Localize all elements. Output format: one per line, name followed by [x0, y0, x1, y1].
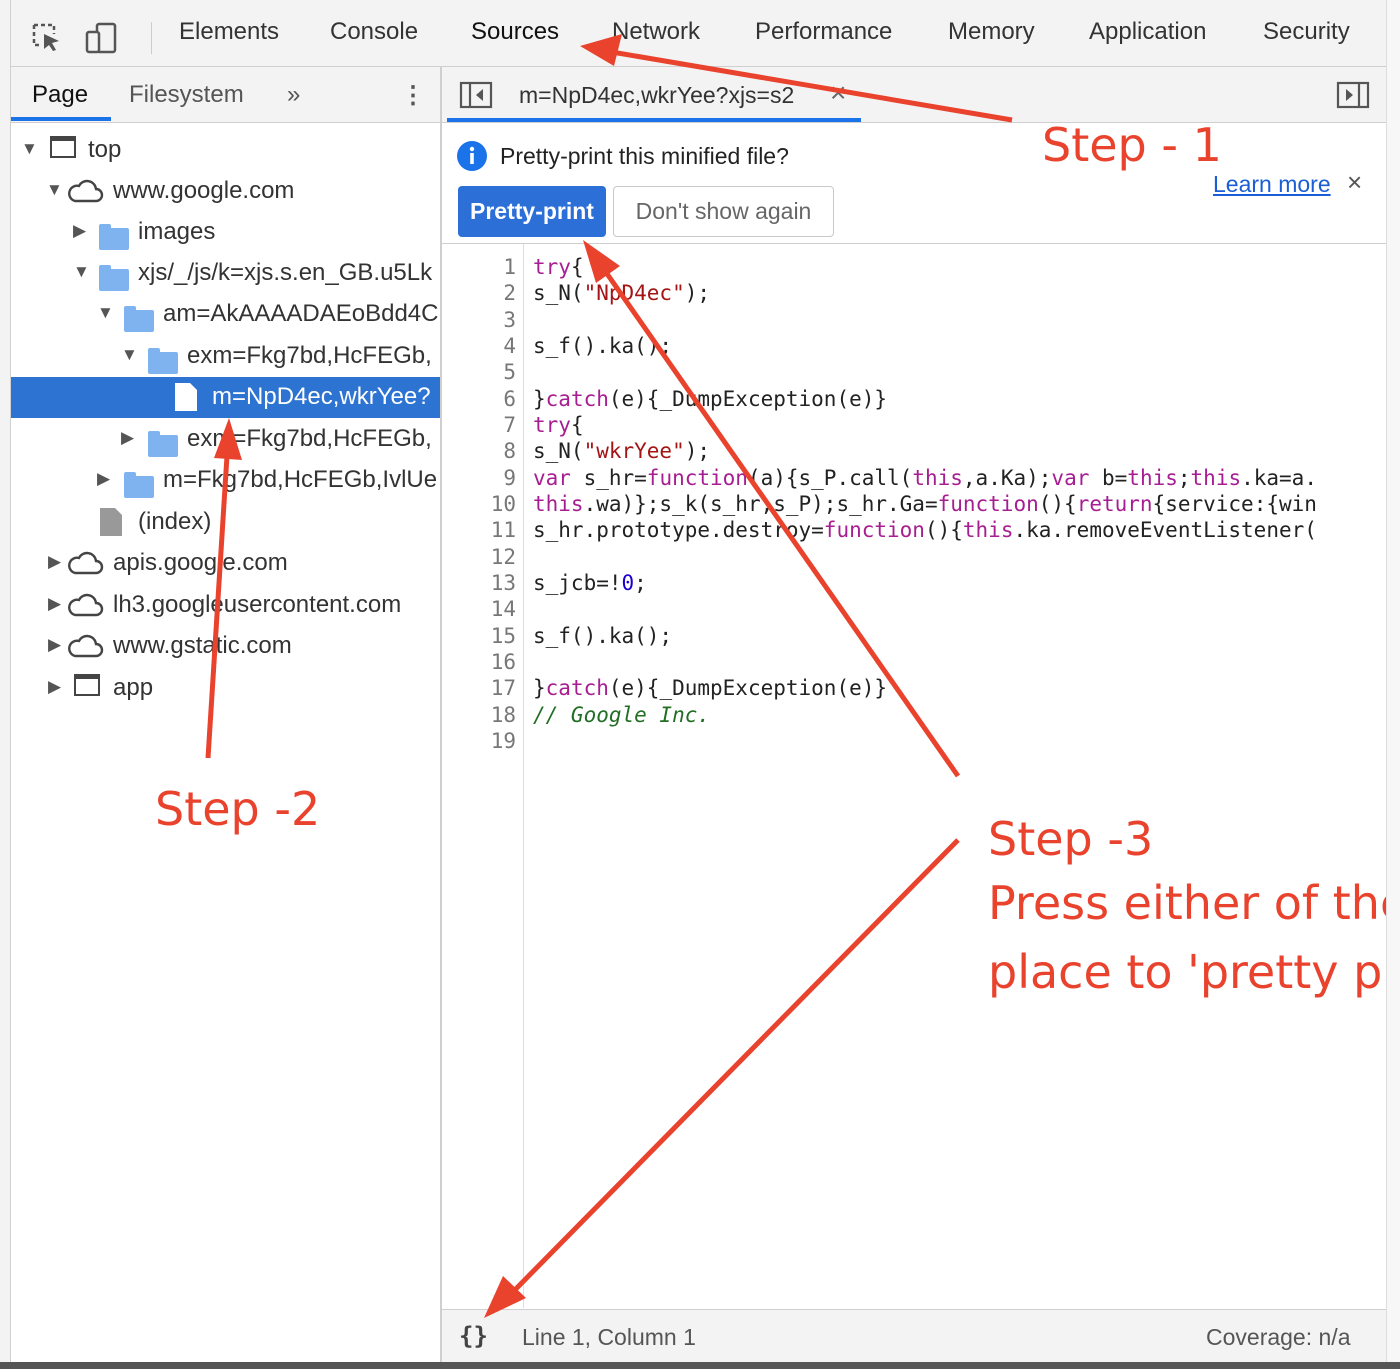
step2-annotation: Step -2 — [155, 782, 321, 836]
step3-annotation-line2: place to 'pretty pri — [988, 945, 1386, 999]
step3-arrow-upper — [593, 256, 961, 778]
step2-arrowhead — [214, 418, 242, 460]
step3-arrowhead-upper — [583, 240, 620, 283]
step1-annotation: Step - 1 — [1042, 118, 1222, 172]
step3-annotation-title: Step -3 — [988, 812, 1154, 866]
step1-arrowhead — [580, 34, 622, 66]
step3-annotation-body: Press either of the place to 'pretty pri — [988, 876, 1386, 1016]
step3-arrow-lower — [498, 838, 960, 1307]
step2-arrow — [205, 439, 231, 759]
step3-annotation-line1: Press either of the — [988, 876, 1386, 930]
annotation-arrows — [205, 34, 1013, 1318]
step1-arrow — [599, 47, 1013, 123]
